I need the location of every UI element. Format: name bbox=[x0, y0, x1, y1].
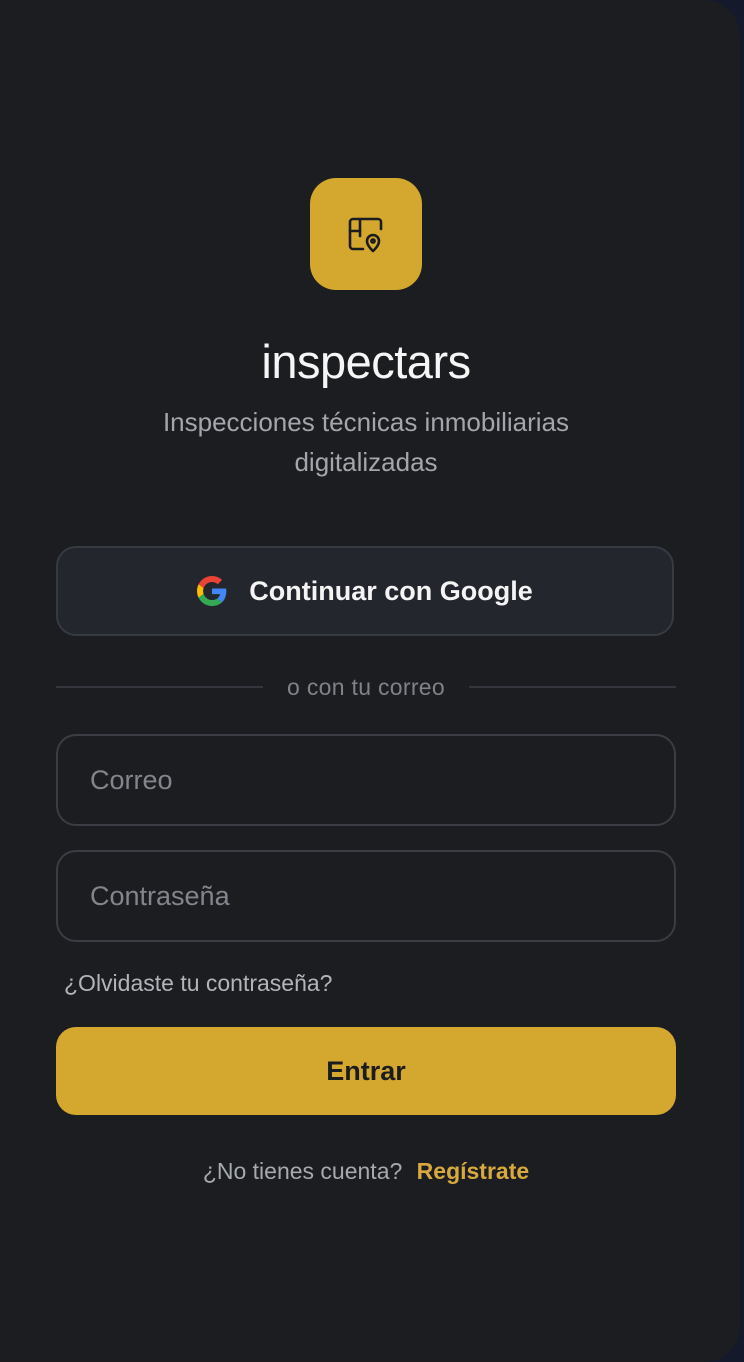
floorplan-pin-icon bbox=[346, 214, 386, 254]
forgot-password-link[interactable]: ¿Olvidaste tu contraseña? bbox=[64, 966, 332, 1000]
password-field[interactable] bbox=[56, 850, 676, 942]
google-signin-button[interactable]: Continuar con Google bbox=[56, 546, 674, 636]
divider-text: o con tu correo bbox=[287, 673, 445, 700]
signup-prompt: ¿No tienes cuenta? bbox=[202, 1158, 403, 1184]
app-logo bbox=[310, 178, 422, 290]
divider-line-right bbox=[468, 686, 677, 688]
app-subtitle: Inspecciones técnicas inmobiliarias digi… bbox=[162, 407, 570, 477]
app-title: inspectars bbox=[261, 335, 471, 388]
login-submit-button[interactable]: Entrar bbox=[56, 1027, 676, 1115]
google-button-label: Continuar con Google bbox=[249, 575, 533, 606]
register-link[interactable]: Regístrate bbox=[417, 1158, 529, 1184]
divider: o con tu correo bbox=[56, 668, 677, 706]
divider-line-left bbox=[56, 686, 264, 688]
login-screen: inspectars Inspecciones técnicas inmobil… bbox=[0, 0, 740, 1362]
email-field[interactable] bbox=[56, 734, 676, 826]
google-icon bbox=[197, 576, 227, 606]
signup-row: ¿No tienes cuenta? Regístrate bbox=[0, 1154, 732, 1188]
